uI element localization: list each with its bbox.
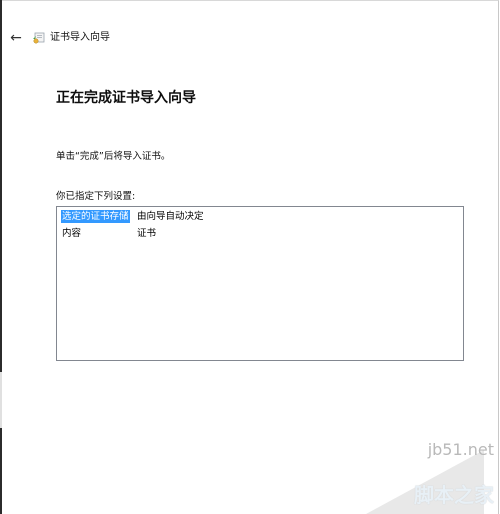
settings-label: 你已指定下列设置: [56,191,136,202]
settings-key: 内容 [62,228,82,239]
watermark-brand: 脚本之家 [414,483,494,507]
settings-value: 由向导自动决定 [137,211,204,222]
certificate-icon [33,32,45,44]
wizard-window: ← 证书导入向导 正在完成证书导入向导 单击“完成”后将导入证书。 你已指定下列… [0,0,499,514]
info-text: 单击“完成”后将导入证书。 [56,151,171,162]
title-bar: ← 证书导入向导 [0,1,499,75]
window-title: 证书导入向导 [50,32,110,43]
settings-key: 选定的证书存储 [61,210,130,223]
settings-value: 证书 [137,228,157,239]
left-border [0,0,2,514]
page-heading: 正在完成证书导入向导 [56,90,196,106]
watermark-url: jb51.net [427,440,494,459]
site-watermark: jb51.net 脚本之家 [366,440,500,514]
back-arrow-icon: ← [10,30,22,46]
settings-list[interactable]: 选定的证书存储 由向导自动决定 内容 证书 [56,206,464,361]
back-button[interactable]: ← [9,31,23,45]
left-border-notch [0,372,2,428]
